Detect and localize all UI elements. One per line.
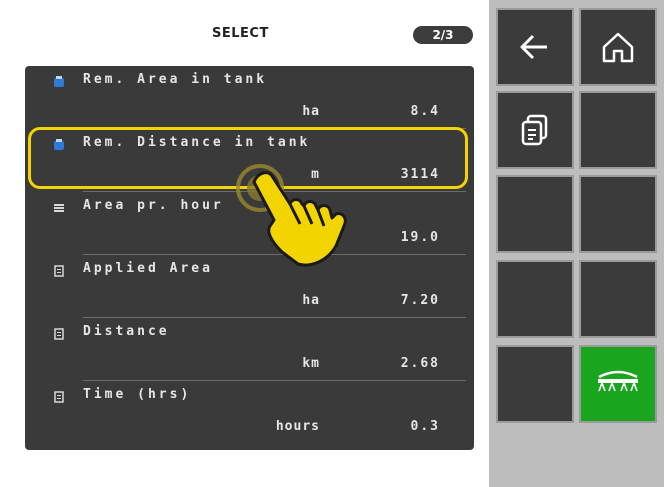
tank-icon: [54, 76, 64, 87]
arrow-left-icon: [520, 34, 547, 60]
empty-button-6[interactable]: [496, 345, 574, 423]
empty-button-4[interactable]: [496, 260, 574, 338]
clipboard-icon: [54, 328, 64, 340]
item-unit: ha: [302, 293, 320, 308]
item-name: Applied Area: [83, 261, 213, 276]
item-value: 19.0: [400, 230, 440, 245]
home-icon: [602, 32, 634, 63]
empty-button-5[interactable]: [579, 260, 657, 338]
sprayer-boom-icon: [598, 370, 638, 392]
sprayer-boom-button[interactable]: [579, 345, 657, 423]
list-item-rem-area[interactable]: Rem. Area in tank ha 8.4: [25, 66, 474, 129]
copy-icon: [521, 114, 548, 146]
item-name: Distance: [83, 324, 170, 339]
item-name: Area pr. hour: [83, 198, 224, 213]
page-title: SELECT: [212, 26, 269, 41]
item-value: 8.4: [410, 104, 440, 119]
empty-button-1[interactable]: [579, 91, 657, 169]
item-value: 0.3: [410, 419, 440, 434]
tap-hand-icon: [236, 164, 347, 267]
back-button[interactable]: [496, 8, 574, 86]
list-item-distance[interactable]: Distance km 2.68: [25, 318, 474, 381]
empty-button-2[interactable]: [496, 175, 574, 253]
screen: SELECT 2/3 Rem. Area in tank ha 8.4 Rem.…: [0, 0, 664, 487]
item-value: 7.20: [400, 293, 440, 308]
empty-button-3[interactable]: [579, 175, 657, 253]
item-name: Time (hrs): [83, 387, 192, 402]
item-name: Rem. Area in tank: [83, 72, 268, 87]
softkey-panel: [489, 0, 664, 487]
item-unit: ha: [302, 104, 320, 119]
list-item-time[interactable]: Time (hrs) hours 0.3: [25, 381, 474, 444]
home-button[interactable]: [579, 8, 657, 86]
clipboard-icon: [54, 391, 64, 403]
item-unit: hours: [275, 419, 320, 434]
item-unit: km: [302, 356, 320, 371]
item-value: 2.68: [400, 356, 440, 371]
page-indicator: 2/3: [413, 26, 473, 44]
copy-button[interactable]: [496, 91, 574, 169]
rate-icon: [54, 204, 64, 212]
clipboard-icon: [54, 265, 64, 277]
